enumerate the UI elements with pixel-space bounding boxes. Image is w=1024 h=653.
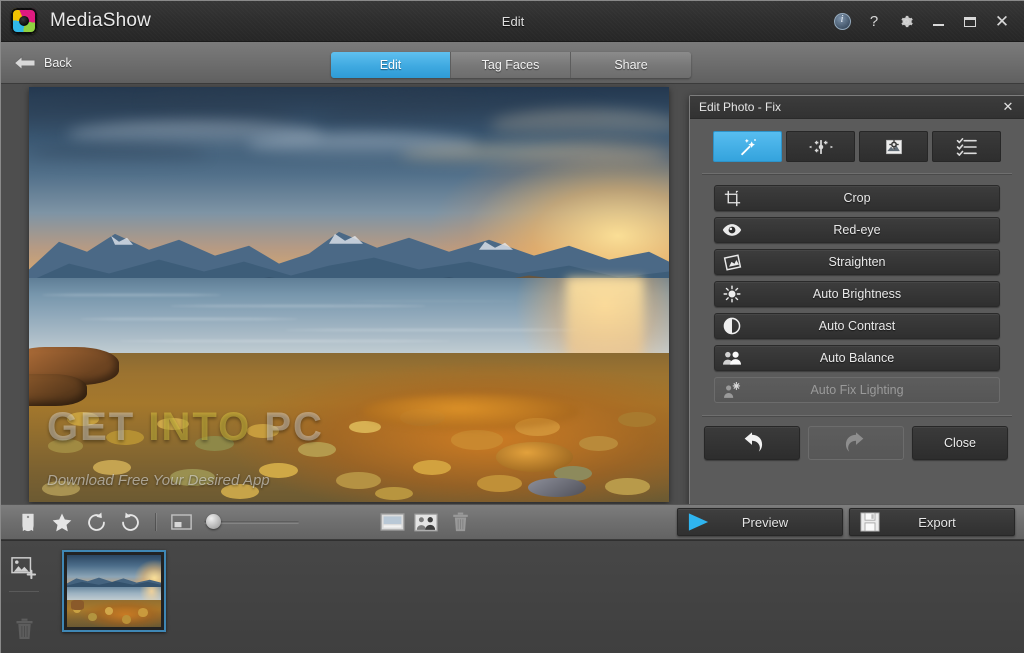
back-arrow-icon [13,55,37,71]
zoom-fit-icon[interactable] [164,505,198,539]
zoom-slider[interactable] [204,513,299,531]
toolbar-divider [155,513,156,531]
preview-label: Preview [718,515,812,530]
mediashow-logo-icon [11,8,37,34]
panel-close-button[interactable]: Close [912,426,1008,460]
window-controls: ? ✕ [827,1,1017,42]
tab-share[interactable]: Share [571,52,691,78]
undo-button[interactable] [704,426,800,460]
contrast-icon [715,317,749,335]
tab-tag-faces[interactable]: Tag Faces [451,52,571,78]
close-icon[interactable]: ✕ [987,7,1017,37]
star-rating-icon[interactable] [45,505,79,539]
thumbnail-1[interactable] [62,550,166,632]
fix-tools-list: Crop Red-eye [690,174,1024,403]
maximize-icon[interactable] [955,7,985,37]
panel-close-label: Close [944,436,976,450]
filmstrip-rail-divider [9,591,39,592]
panel-tool-tabs [690,119,1024,162]
crop-icon [715,190,749,207]
rotate-right-icon[interactable] [113,505,147,539]
mediashow-window: MediaShow Edit ? ✕ Back [0,0,1024,653]
presets-tab[interactable] [932,131,1001,162]
action-buttons: Preview Export [677,508,1015,536]
fix-tab[interactable] [713,131,782,162]
tag-icon[interactable] [11,505,45,539]
auto-contrast-button[interactable]: Auto Contrast [714,313,1000,339]
checklist-icon [956,138,978,156]
save-floppy-icon [850,512,890,532]
edit-photo-panel: Edit Photo - Fix ✕ [689,95,1024,509]
panel-close-icon[interactable]: ✕ [1000,99,1016,115]
redo-arrow-icon [844,432,868,454]
adjust-tab[interactable] [786,131,855,162]
back-button[interactable]: Back [13,55,72,71]
add-media-icon[interactable] [4,549,44,587]
auto-brightness-button[interactable]: Auto Brightness [714,281,1000,307]
auto-balance-label: Auto Balance [749,351,965,365]
export-button[interactable]: Export [849,508,1015,536]
straighten-label: Straighten [749,255,965,269]
eye-icon [715,223,749,237]
faces-view-icon[interactable] [409,505,443,539]
zoom-slider-knob[interactable] [206,514,221,529]
app-name: MediaShow [50,10,151,32]
panel-title: Edit Photo - Fix [699,100,781,114]
align-arrows-icon [808,138,834,156]
photo-canvas[interactable]: GET INTO PC Download Free Your Desired A… [29,87,669,502]
photo-image: GET INTO PC Download Free Your Desired A… [29,87,669,502]
thumbnail-image [67,555,161,627]
undo-arrow-icon [740,432,764,454]
photo-effects-icon [883,137,905,157]
auto-fix-lighting-label: Auto Fix Lighting [749,383,965,397]
auto-contrast-label: Auto Contrast [749,319,965,333]
effects-tab[interactable] [859,131,928,162]
play-triangle-icon [678,512,718,532]
people-icon [715,350,749,366]
back-label: Back [44,56,72,70]
auto-brightness-label: Auto Brightness [749,287,965,301]
preview-button[interactable]: Preview [677,508,843,536]
settings-gear-icon[interactable] [891,7,921,37]
panel-header: Edit Photo - Fix ✕ [690,96,1024,119]
crop-button[interactable]: Crop [714,185,1000,211]
export-label: Export [890,515,984,530]
title-bar: MediaShow Edit ? ✕ [1,1,1024,42]
mode-tabs: Edit Tag Faces Share [331,52,691,78]
fullscreen-icon[interactable] [375,505,409,539]
minimize-icon[interactable] [923,7,953,37]
straighten-button[interactable]: Straighten [714,249,1000,275]
auto-fix-lighting-button[interactable]: Auto Fix Lighting [714,377,1000,403]
magic-wand-icon [737,137,759,157]
redo-button[interactable] [808,426,904,460]
red-eye-label: Red-eye [749,223,965,237]
auto-balance-button[interactable]: Auto Balance [714,345,1000,371]
panel-footer: Close [690,416,1024,460]
rotate-left-icon[interactable] [79,505,113,539]
red-eye-button[interactable]: Red-eye [714,217,1000,243]
help-icon[interactable]: ? [859,7,889,37]
tab-edit[interactable]: Edit [331,52,451,78]
delete-icon[interactable] [443,505,477,539]
straighten-icon [715,254,749,271]
person-light-icon [715,382,749,399]
trash-icon[interactable] [4,610,44,648]
crop-label: Crop [749,191,965,205]
update-icon[interactable] [827,7,857,37]
sun-icon [715,285,749,303]
filmstrip-rail [1,541,47,653]
